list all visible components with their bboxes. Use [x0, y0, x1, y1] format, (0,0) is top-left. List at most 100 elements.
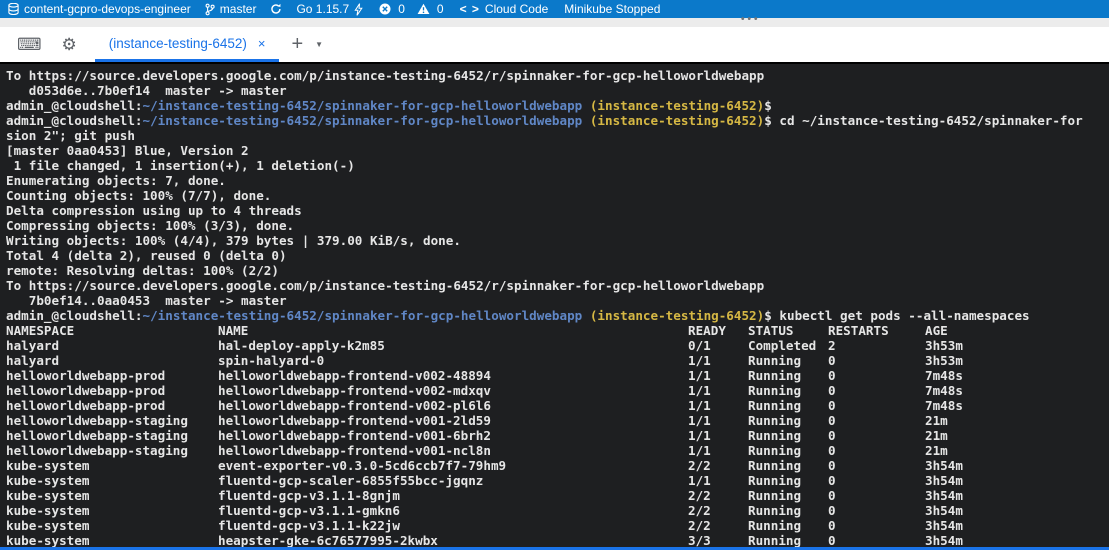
- panel-resize-strip[interactable]: •••: [0, 18, 1109, 27]
- pod-cell: helloworldwebapp-staging: [6, 413, 218, 428]
- pod-row: kube-systemfluentd-gcp-v3.1.1-gmkn62/2Ru…: [6, 503, 1109, 518]
- pod-cell: RESTARTS: [828, 323, 925, 338]
- pod-cell: 1/1: [688, 368, 748, 383]
- pod-cell: NAMESPACE: [6, 323, 218, 338]
- terminal-text-segment: Counting objects: 100% (7/7), done.: [6, 188, 271, 203]
- git-branch-indicator[interactable]: master: [205, 2, 257, 16]
- terminal-text-segment: admin_@cloudshell:: [6, 98, 142, 113]
- pod-cell: fluentd-gcp-v3.1.1-8gnjm: [218, 488, 688, 503]
- pod-cell: helloworldwebapp-frontend-v002-48894: [218, 368, 688, 383]
- pod-cell: Running: [748, 353, 828, 368]
- pod-cell: helloworldwebapp-frontend-v001-6brh2: [218, 428, 688, 443]
- pod-cell: 3h54m: [925, 458, 1109, 473]
- pod-row: halyardspin-halyard-01/1Running03h53m: [6, 353, 1109, 368]
- terminal-line: admin_@cloudshell:~/instance-testing-645…: [6, 98, 1109, 113]
- database-icon: [8, 3, 19, 15]
- terminal-line: admin_@cloudshell:~/instance-testing-645…: [6, 113, 1109, 128]
- warning-count: 0: [437, 2, 444, 16]
- close-icon[interactable]: ×: [258, 36, 266, 51]
- keyboard-icon[interactable]: ⌨: [17, 35, 42, 55]
- terminal-line: Delta compression using up to 4 threads: [6, 203, 1109, 218]
- chevron-down-icon[interactable]: ▼: [315, 40, 323, 49]
- ellipsis-drag-handle[interactable]: •••: [741, 14, 761, 25]
- pod-cell: fluentd-gcp-v3.1.1-gmkn6: [218, 503, 688, 518]
- pod-row: helloworldwebapp-staginghelloworldwebapp…: [6, 413, 1109, 428]
- refresh-button[interactable]: [270, 3, 282, 15]
- problems-indicator[interactable]: 0 0: [379, 2, 443, 16]
- terminal-line: Total 4 (delta 2), reused 0 (delta 0): [6, 248, 1109, 263]
- pod-cell: 2/2: [688, 458, 748, 473]
- pod-row: kube-systemfluentd-gcp-v3.1.1-k22jw2/2Ru…: [6, 518, 1109, 533]
- project-indicator[interactable]: content-gcpro-devops-engineer: [8, 2, 191, 16]
- terminal-text-segment: (instance-testing-6452): [582, 113, 764, 128]
- pod-cell: 7m48s: [925, 383, 1109, 398]
- pod-cell: Running: [748, 398, 828, 413]
- pod-cell: kube-system: [6, 533, 218, 548]
- pod-cell: Running: [748, 488, 828, 503]
- pod-cell: Running: [748, 368, 828, 383]
- pod-cell: spin-halyard-0: [218, 353, 688, 368]
- pod-cell: 0: [828, 488, 925, 503]
- pod-cell: Running: [748, 503, 828, 518]
- tab-instance-testing-6452[interactable]: (instance-testing-6452) ×: [95, 27, 280, 62]
- minikube-status[interactable]: Minikube Stopped: [564, 2, 660, 16]
- pod-cell: Running: [748, 428, 828, 443]
- pod-cell: READY: [688, 323, 748, 338]
- terminal-text-segment: 7b0ef14..0aa0453 master -> master: [6, 293, 287, 308]
- pod-cell: 3h54m: [925, 518, 1109, 533]
- pod-cell: kube-system: [6, 473, 218, 488]
- go-version-indicator[interactable]: Go 1.15.7: [296, 2, 363, 16]
- terminal-output[interactable]: To https://source.developers.google.com/…: [0, 62, 1109, 550]
- pod-cell: 21m: [925, 443, 1109, 458]
- pods-table-header: NAMESPACENAMEREADYSTATUSRESTARTSAGE: [6, 323, 1109, 338]
- pod-row: helloworldwebapp-staginghelloworldwebapp…: [6, 428, 1109, 443]
- lightning-icon: [354, 3, 363, 16]
- plus-icon[interactable]: +: [291, 33, 303, 56]
- refresh-icon: [270, 3, 282, 15]
- terminal-line: To https://source.developers.google.com/…: [6, 278, 1109, 293]
- pod-cell: kube-system: [6, 488, 218, 503]
- terminal-text-segment: Delta compression using up to 4 threads: [6, 203, 302, 218]
- pod-row: helloworldwebapp-prodhelloworldwebapp-fr…: [6, 398, 1109, 413]
- pod-cell: 0: [828, 368, 925, 383]
- pod-cell: 3h54m: [925, 503, 1109, 518]
- pod-cell: 21m: [925, 428, 1109, 443]
- pod-cell: 1/1: [688, 428, 748, 443]
- terminal-text-segment: ~/instance-testing-6452/spinnaker-for-gc…: [142, 308, 582, 323]
- project-name: content-gcpro-devops-engineer: [24, 2, 191, 16]
- terminal-text-segment: Compressing objects: 100% (3/3), done.: [6, 218, 294, 233]
- terminal-line: Enumerating objects: 7, done.: [6, 173, 1109, 188]
- terminal-text-segment: sion 2"; git push: [6, 128, 135, 143]
- pod-row: kube-systemheapster-gke-6c76577995-2kwbx…: [6, 533, 1109, 548]
- pod-row: halyardhal-deploy-apply-k2m850/1Complete…: [6, 338, 1109, 353]
- pod-cell: 0: [828, 503, 925, 518]
- pod-cell: 0: [828, 518, 925, 533]
- pod-row: kube-systemfluentd-gcp-v3.1.1-8gnjm2/2Ru…: [6, 488, 1109, 503]
- pod-cell: 3h54m: [925, 473, 1109, 488]
- terminal-text-segment: admin_@cloudshell:: [6, 113, 142, 128]
- pod-cell: helloworldwebapp-prod: [6, 398, 218, 413]
- terminal-text-segment: admin_@cloudshell:: [6, 308, 142, 323]
- pod-cell: 0: [828, 428, 925, 443]
- pod-cell: 1/1: [688, 413, 748, 428]
- pod-cell: Running: [748, 443, 828, 458]
- pod-cell: helloworldwebapp-frontend-v002-pl6l6: [218, 398, 688, 413]
- pod-cell: 1/1: [688, 473, 748, 488]
- cloud-code-indicator[interactable]: < > Cloud Code: [460, 2, 549, 16]
- terminal-text-segment: ~/instance-testing-6452/spinnaker-for-gc…: [142, 113, 582, 128]
- pod-cell: 0: [828, 533, 925, 548]
- pod-row: helloworldwebapp-prodhelloworldwebapp-fr…: [6, 383, 1109, 398]
- pod-cell: 1/1: [688, 443, 748, 458]
- pod-cell: 0: [828, 398, 925, 413]
- pod-cell: 3h54m: [925, 533, 1109, 548]
- gear-icon[interactable]: ⚙: [62, 35, 77, 55]
- terminal-text-segment: Writing objects: 100% (4/4), 379 bytes |…: [6, 233, 461, 248]
- pod-cell: event-exporter-v0.3.0-5cd6ccb7f7-79hm9: [218, 458, 688, 473]
- terminal-line: 7b0ef14..0aa0453 master -> master: [6, 293, 1109, 308]
- terminal-text-segment: $ kubectl get pods --all-namespaces: [764, 308, 1029, 323]
- pod-cell: halyard: [6, 338, 218, 353]
- code-brackets-icon: < >: [460, 2, 480, 16]
- branch-name: master: [220, 2, 257, 16]
- terminal-text-segment: d053d6e..7b0ef14 master -> master: [6, 83, 287, 98]
- pod-cell: 0: [828, 353, 925, 368]
